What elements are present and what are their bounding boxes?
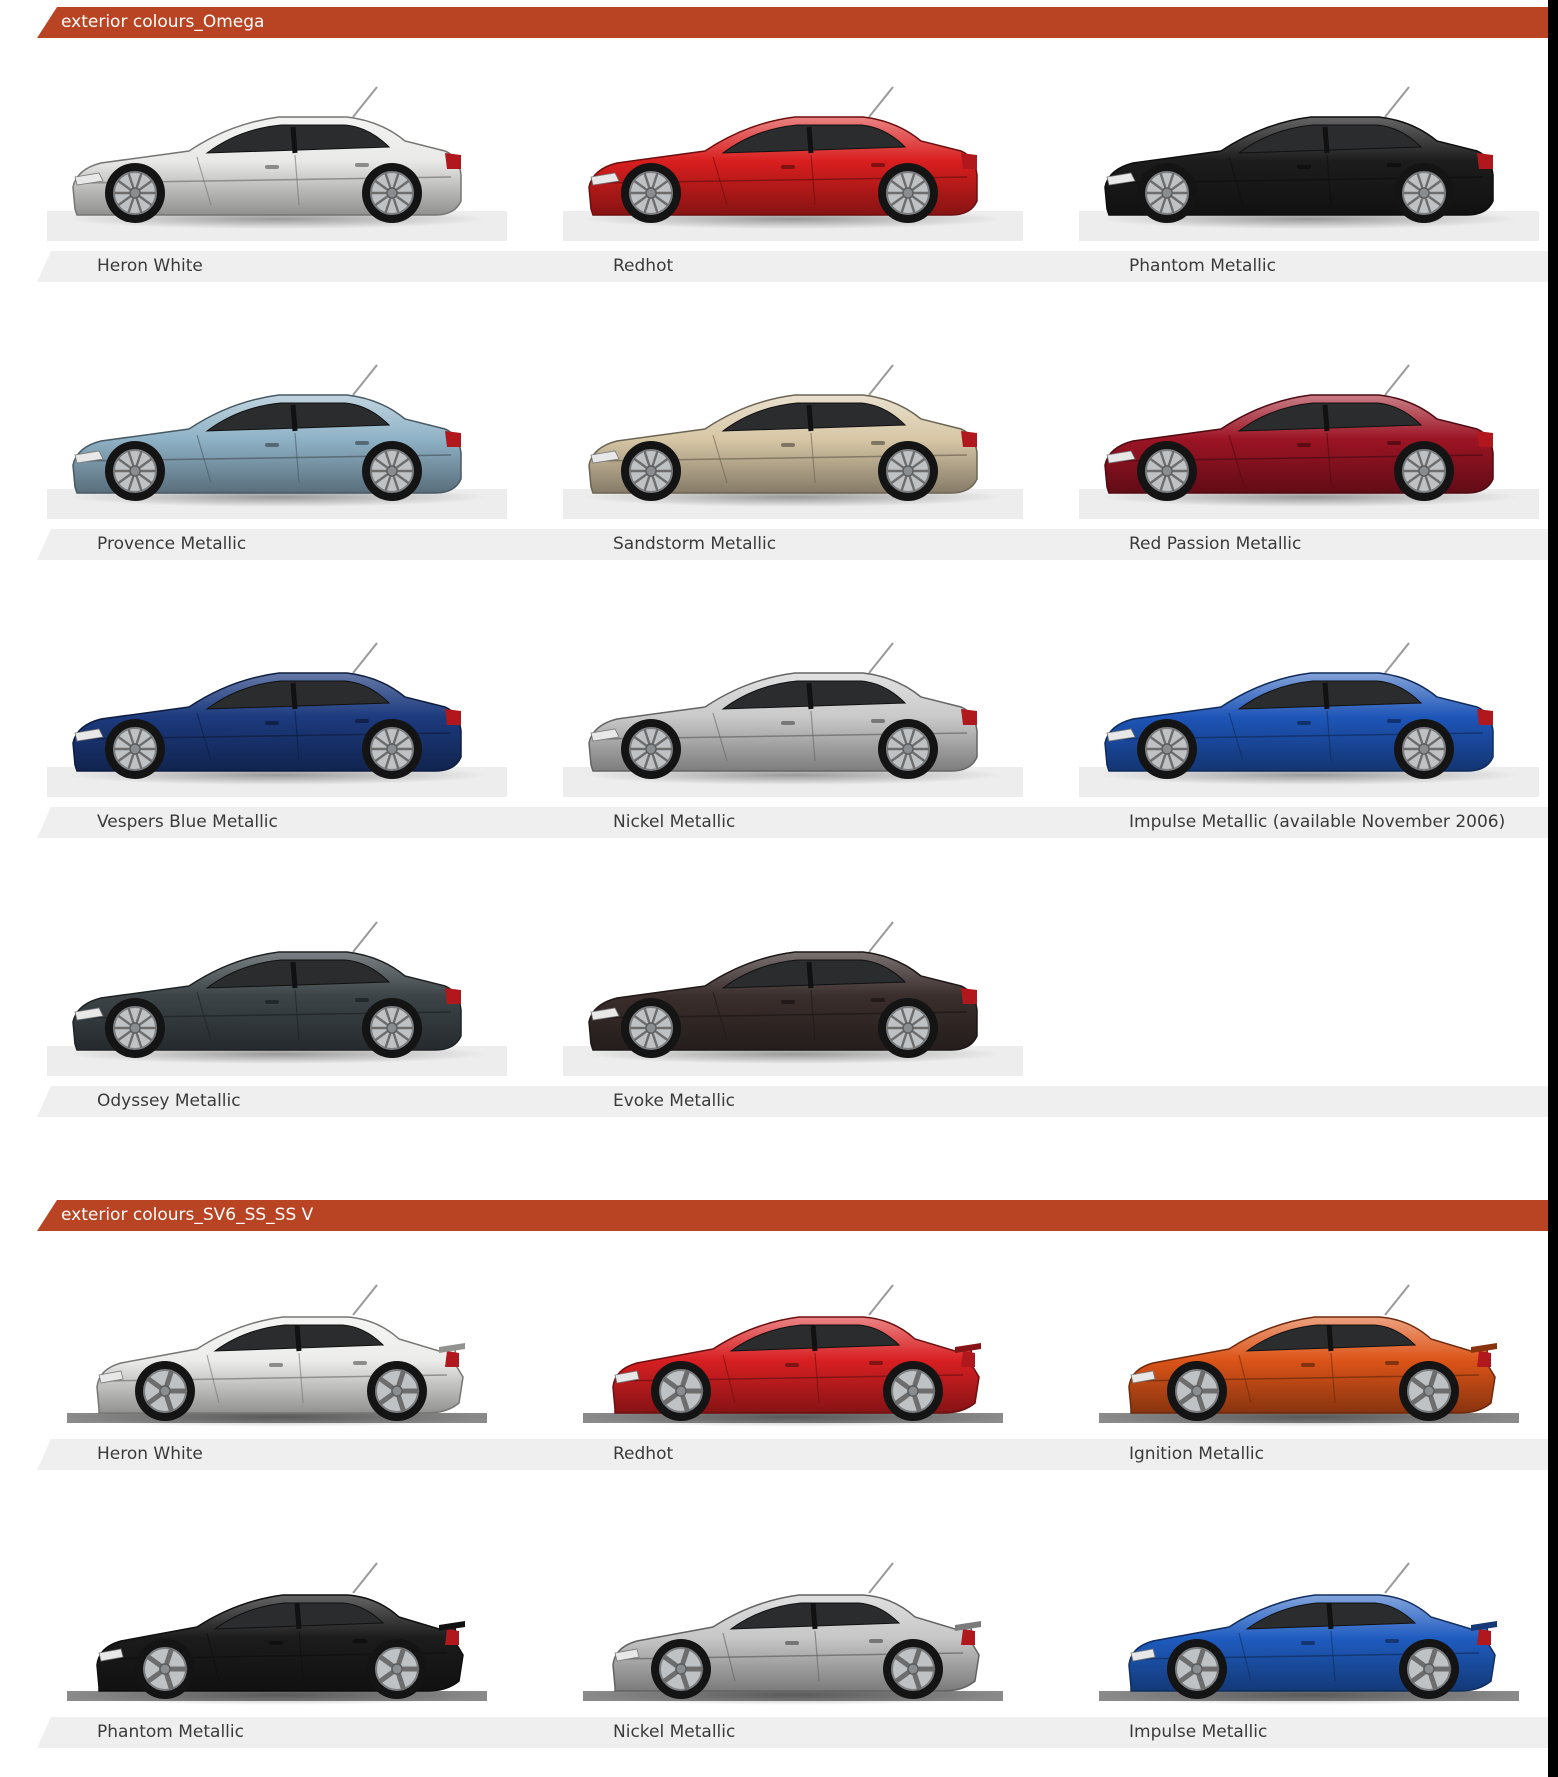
car-image [47,343,507,533]
colour-name-label: Nickel Metallic [613,812,736,832]
colour-swatch-card: Ignition Metallic [1069,1275,1548,1470]
colour-name-label: Evoke Metallic [613,1091,736,1111]
car-image [47,900,507,1090]
colour-name-label: Redhot [613,256,674,276]
colour-swatch-card: Redhot [553,65,1068,282]
colour-swatch-card: Redhot [553,1275,1068,1470]
colour-name-label: Impulse Metallic [1129,1722,1268,1742]
car-image [47,1263,507,1453]
colour-name-label: Phantom Metallic [97,1722,244,1742]
car-image [563,65,1023,255]
colour-swatch-card: Red Passion Metallic [1069,343,1548,560]
colour-name-label: Heron White [97,256,203,276]
colour-swatch-card: Impulse Metallic [1069,1553,1548,1748]
colour-swatch-card: Nickel Metallic [553,621,1068,838]
colour-name-label: Vespers Blue Metallic [97,812,278,832]
colour-name-label: Nickel Metallic [613,1722,736,1742]
colour-swatch-card: Heron White [37,1275,552,1470]
car-image [563,1541,1023,1731]
car-image [563,1263,1023,1453]
colour-name-label: Impulse Metallic (available November 200… [1129,812,1506,832]
colour-name-label: Redhot [613,1444,674,1464]
colour-name-label: Red Passion Metallic [1129,534,1302,554]
colour-name-label: Ignition Metallic [1129,1444,1264,1464]
colour-swatch-card: Phantom Metallic [1069,65,1548,282]
car-image [563,343,1023,533]
car-image [563,900,1023,1090]
colour-swatch-card: Impulse Metallic (available November 200… [1069,621,1548,838]
car-image [47,621,507,811]
section-header-sv6-ss-ssv: exterior colours_SV6_SS_SS V [37,1200,1548,1231]
colour-swatch-card: Phantom Metallic [37,1553,552,1748]
colour-name-label: Provence Metallic [97,534,247,554]
colour-swatch-card: Heron White [37,65,552,282]
car-image [1079,621,1539,811]
colour-swatch-card: Provence Metallic [37,343,552,560]
colour-swatch-card: Nickel Metallic [553,1553,1068,1748]
colour-name-label: Heron White [97,1444,203,1464]
car-image [47,1541,507,1731]
car-image [47,65,507,255]
car-image [563,621,1023,811]
colour-name-label: Odyssey Metallic [97,1091,241,1111]
colour-name-label: Phantom Metallic [1129,256,1276,276]
brochure-page: exterior colours_Omega Heron White Redho… [0,0,1558,1777]
colour-name-label: Sandstorm Metallic [613,534,777,554]
colour-swatch-card: Evoke Metallic [553,900,1068,1117]
car-image [1079,65,1539,255]
colour-swatch-card: Vespers Blue Metallic [37,621,552,838]
car-image [1079,343,1539,533]
car-image [1079,1263,1539,1453]
car-image [1079,1541,1539,1731]
section-header-omega: exterior colours_Omega [37,7,1548,38]
colour-swatch-card: Sandstorm Metallic [553,343,1068,560]
colour-swatch-card: Odyssey Metallic [37,900,552,1117]
